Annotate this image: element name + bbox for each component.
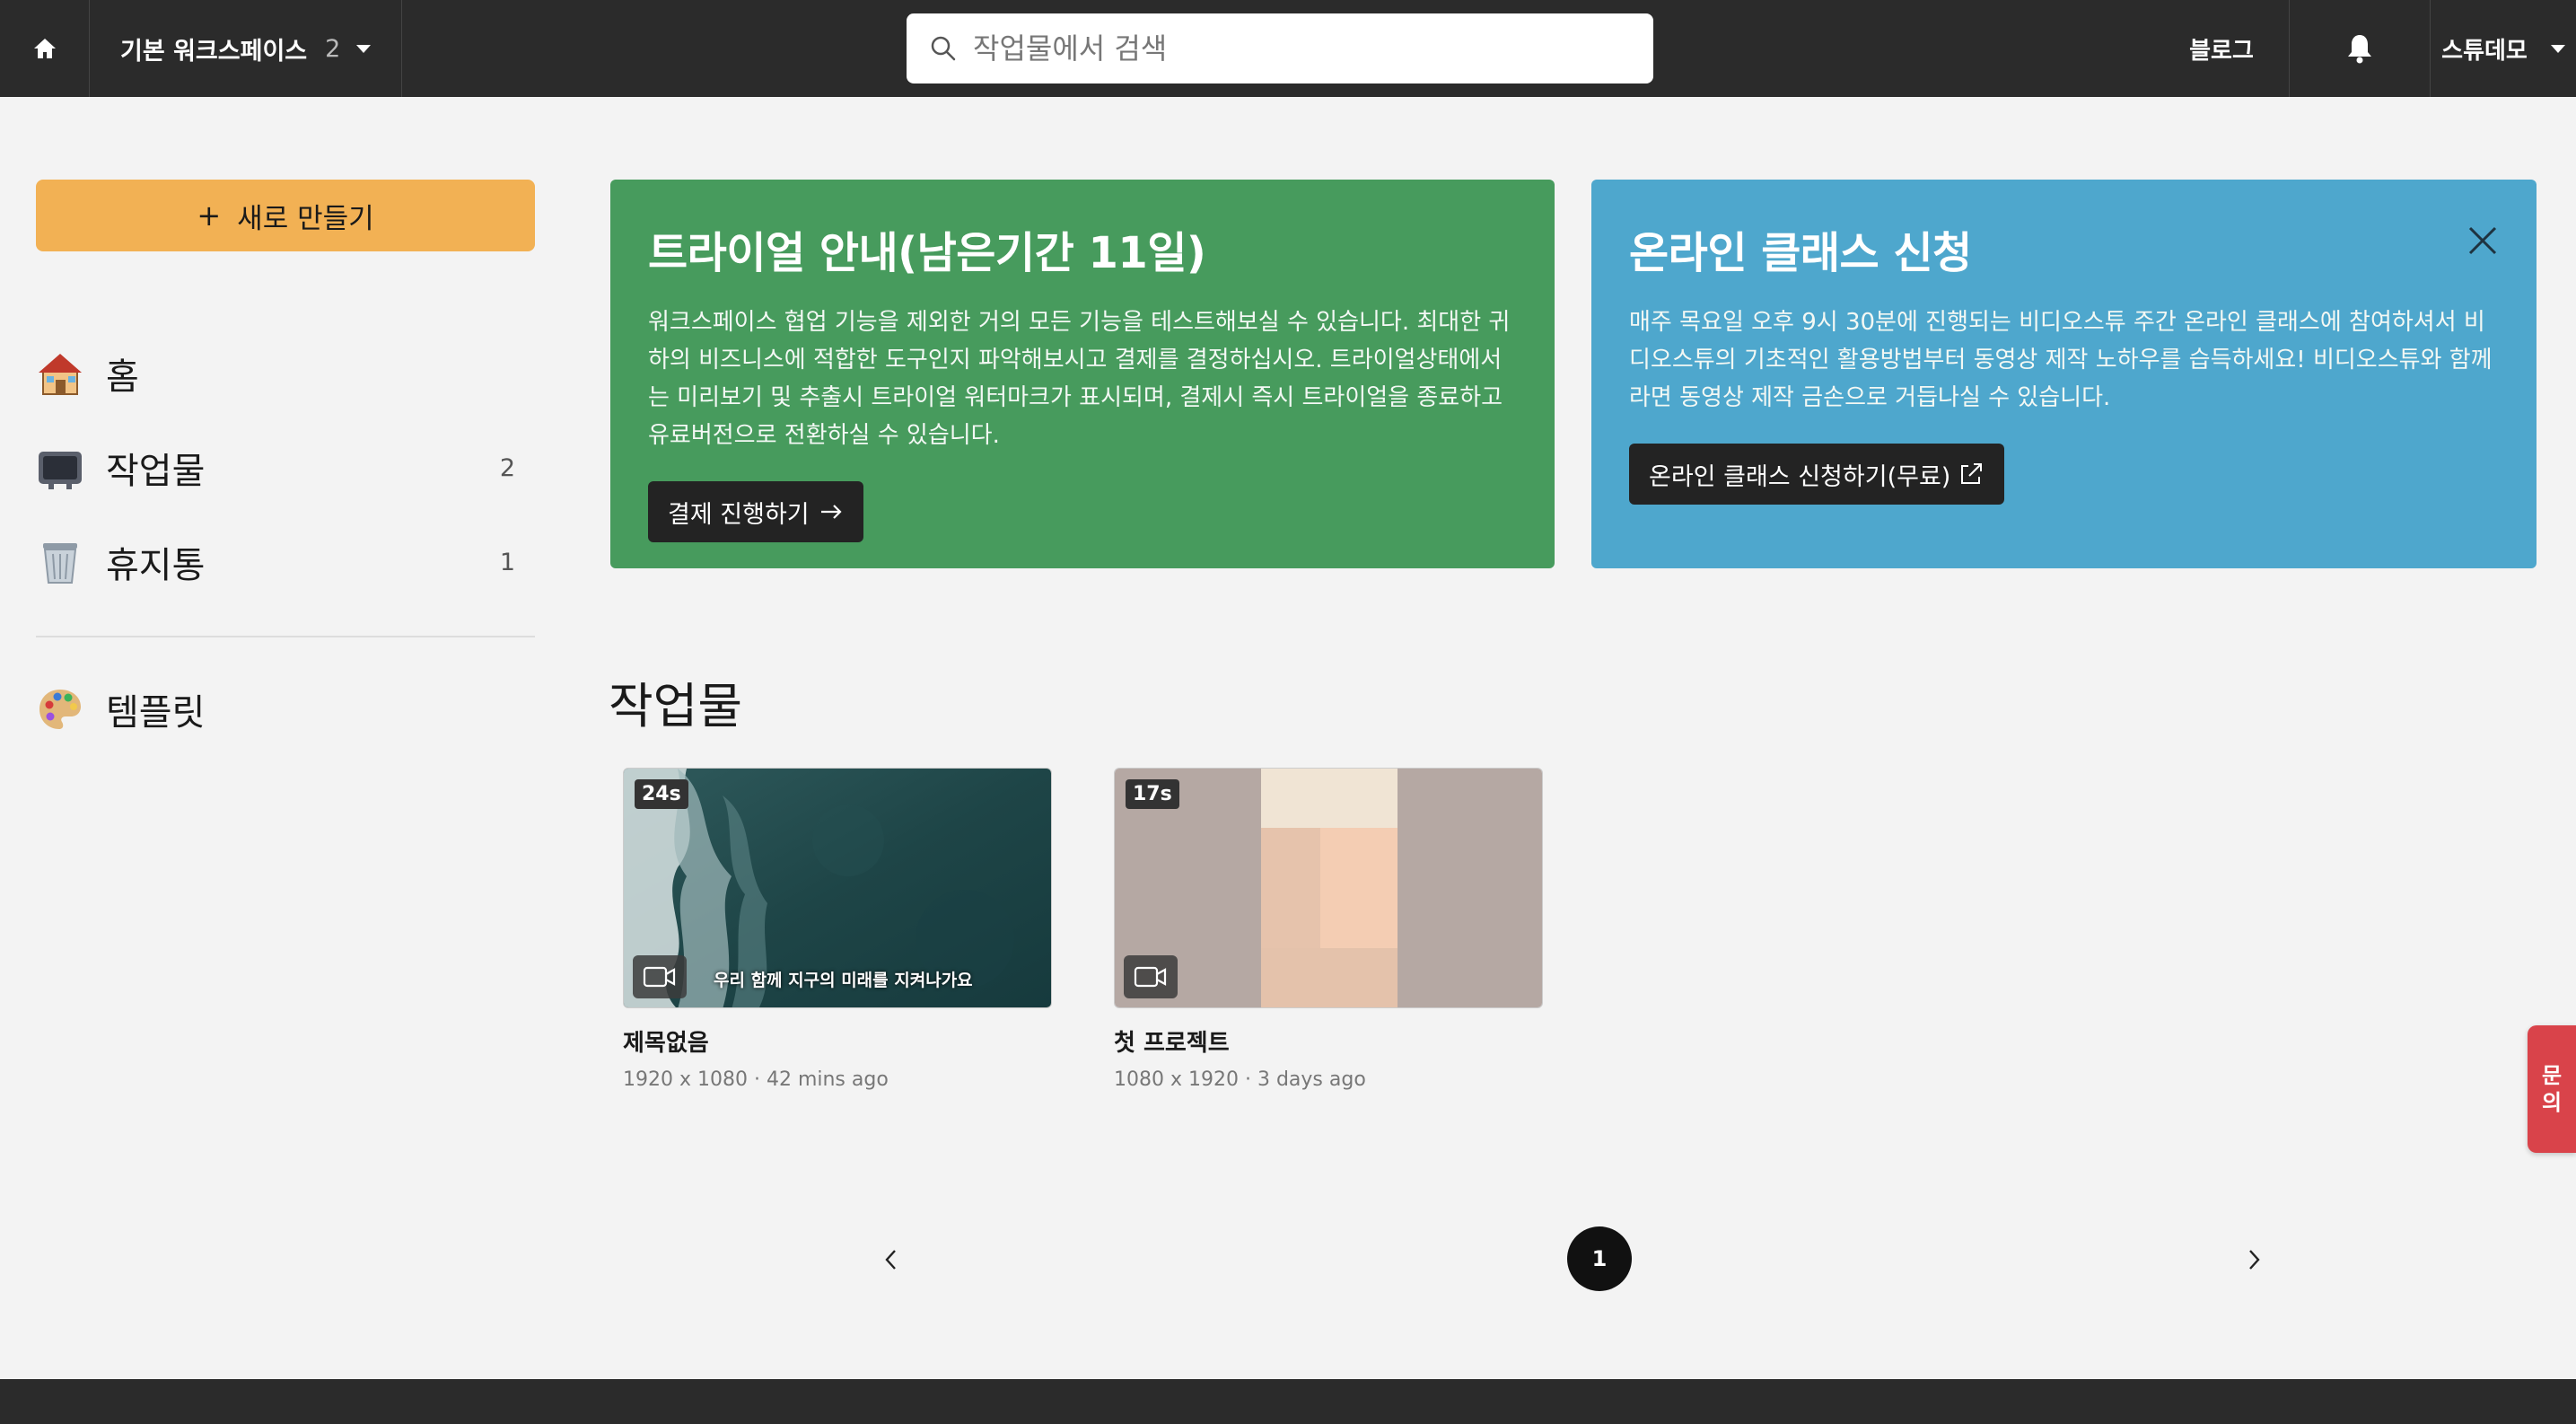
trial-banner-body: 워크스페이스 협업 기능을 제외한 거의 모든 기능을 테스트해보실 수 있습니… [648,309,1511,449]
sidebar-item-trash[interactable]: 휴지통 1 [36,526,535,598]
works-section-title: 작업물 [609,678,743,734]
online-class-signup-label: 온라인 클래스 신청하기(무료) [1649,462,1951,491]
sidebar-item-count: 1 [499,548,515,576]
footer-bar [0,1379,2576,1424]
arrow-right-icon [820,505,842,519]
trial-banner-title: 트라이얼 안내(남은기간 11일) [648,228,1206,278]
user-name: 스튜데모 [2441,37,2528,65]
notifications-button[interactable] [2289,0,2431,97]
bell-icon [2348,35,2371,64]
create-new-label: 새로 만들기 [237,202,374,235]
duration-badge: 24s [635,779,688,809]
next-page-button[interactable] [2231,1237,2276,1282]
online-class-banner-body: 매주 목요일 오후 9시 30분에 진행되는 비디오스튜 주간 온라인 클래스에… [1629,309,2493,411]
chevron-down-icon [2550,44,2565,53]
work-title: 첫 프로젝트 [1114,1030,1230,1057]
previous-page-button[interactable] [869,1237,914,1282]
duration-badge: 17s [1126,779,1179,809]
blog-link[interactable]: 블로그 [2154,0,2289,97]
sidebar-item-count: 2 [499,453,515,482]
house-icon [39,354,82,395]
home-button[interactable] [0,0,90,97]
trial-banner: 트라이얼 안내(남은기간 11일) 워크스페이스 협업 기능을 제외한 거의 모… [610,180,1555,568]
chevron-right-icon [2249,1250,2260,1270]
work-thumbnail[interactable]: 17s [1114,768,1543,1008]
sidebar-divider [36,636,535,637]
workspace-count: 2 [325,34,341,63]
online-class-banner: 온라인 클래스 신청 매주 목요일 오후 9시 30분에 진행되는 비디오스튜 … [1591,180,2537,568]
workspace-name: 기본 워크스페이스 [120,37,308,66]
user-menu[interactable]: 스튜데모 [2431,0,2576,97]
inquiry-tab[interactable]: 문 의 [2528,1025,2576,1153]
inquiry-label-1: 문 [2541,1063,2563,1088]
chevron-down-icon [356,44,372,53]
television-icon [39,452,82,489]
work-card[interactable]: 17s 첫 프로젝트 1080 x 1920 · 3 days ago [1114,768,1543,1091]
work-title: 제목없음 [623,1030,709,1057]
proceed-payment-button[interactable]: 결제 진행하기 [648,481,863,542]
work-thumbnail[interactable]: 24s 우리 함께 지구의 미래를 지켜나가요 [623,768,1052,1008]
inquiry-label-2: 의 [2541,1090,2563,1115]
video-icon [1124,955,1178,998]
work-card[interactable]: 24s 우리 함께 지구의 미래를 지켜나가요 제목없음 1920 x 1080… [623,768,1052,1091]
sidebar-item-label: 홈 [106,356,139,398]
sidebar-item-templates[interactable]: 템플릿 [36,673,535,745]
page-number-current[interactable]: 1 [1567,1226,1632,1291]
close-icon[interactable] [2465,223,2501,259]
top-navigation-bar: 기본 워크스페이스 2 블로그 스튜데모 [0,0,2576,97]
work-meta: 1920 x 1080 · 42 mins ago [623,1068,889,1091]
create-new-button[interactable]: + 새로 만들기 [36,180,535,251]
plus-icon: + [197,198,222,233]
search-input[interactable] [973,31,1601,66]
home-icon [33,39,56,58]
external-link-icon [1961,463,1983,484]
search-icon [931,36,956,61]
chevron-left-icon [885,1250,896,1270]
sidebar-item-home[interactable]: 홈 [36,338,535,409]
palette-icon [39,690,81,729]
workspace-selector[interactable]: 기본 워크스페이스 2 [90,0,402,97]
video-subtitle: 우리 함께 지구의 미래를 지켜나가요 [714,971,973,990]
search-bar[interactable] [907,13,1653,84]
video-icon [633,955,687,998]
online-class-banner-title: 온라인 클래스 신청 [1629,228,1972,278]
wastebasket-icon [43,543,77,584]
sidebar-item-label: 휴지통 [106,545,206,586]
sidebar-item-label: 작업물 [106,451,206,492]
online-class-signup-button[interactable]: 온라인 클래스 신청하기(무료) [1629,444,2005,505]
proceed-payment-label: 결제 진행하기 [668,500,810,529]
sidebar-item-works[interactable]: 작업물 2 [36,432,535,504]
sidebar-item-label: 템플릿 [106,692,206,734]
work-meta: 1080 x 1920 · 3 days ago [1114,1068,1366,1091]
